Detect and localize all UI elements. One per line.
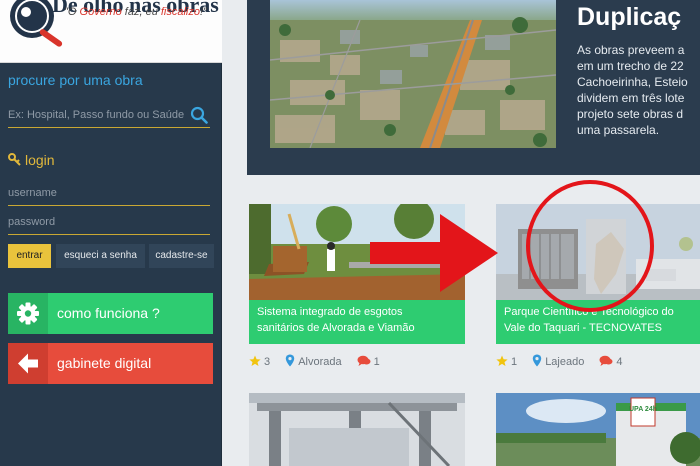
search-label: procure por uma obra xyxy=(8,72,143,88)
username-input[interactable] xyxy=(8,182,210,204)
comments-icon xyxy=(357,355,371,366)
password-input[interactable] xyxy=(8,211,210,233)
enter-button[interactable]: entrar xyxy=(8,244,51,268)
health-unit-sign: UPA 24h xyxy=(629,406,657,413)
project-meta: 3 Alvorada 1 xyxy=(249,354,392,374)
search-box xyxy=(8,102,210,128)
search-icon[interactable] xyxy=(190,106,208,124)
forgot-password-button[interactable]: esqueci a senha xyxy=(56,244,145,268)
site-logo[interactable]: De olho nas obras "O Governo faz, eu fis… xyxy=(0,0,222,63)
featured-aerial-photo[interactable] xyxy=(270,0,556,148)
gear-icon-box xyxy=(8,293,48,334)
username-field xyxy=(8,182,210,206)
rating: 1 xyxy=(496,355,517,368)
key-icon xyxy=(8,153,21,166)
password-field xyxy=(8,211,210,235)
arrow-left-icon-box xyxy=(8,343,48,384)
slogan-part: fiscalizo xyxy=(160,6,200,18)
featured-project[interactable]: Duplicaç As obras preveem a em um trecho… xyxy=(247,0,700,175)
description-line: uma passarela. xyxy=(577,123,660,137)
slogan-part: faz, eu xyxy=(121,6,161,18)
how-it-works-button[interactable]: como funciona ? xyxy=(8,293,213,334)
page: De olho nas obras "O Governo faz, eu fis… xyxy=(0,0,700,466)
gear-icon xyxy=(17,302,39,325)
caption-line: Sistema integrado de esgotos xyxy=(257,306,403,318)
arrow-left-icon xyxy=(18,353,38,374)
digital-cabinet-button[interactable]: gabinete digital xyxy=(8,343,213,384)
project-card-partial[interactable] xyxy=(249,393,465,466)
structure-photo xyxy=(249,393,465,466)
location: Alvorada xyxy=(285,354,342,368)
aerial-photo-illustration xyxy=(270,0,556,148)
comment-count: 4 xyxy=(616,355,623,368)
digital-cabinet-label: gabinete digital xyxy=(57,355,152,371)
how-it-works-label: como funciona ? xyxy=(57,305,160,321)
caption-line: sanitários de Alvorada e Viamão xyxy=(257,322,415,334)
city-name: Lajeado xyxy=(545,356,585,368)
city-name: Alvorada xyxy=(298,356,342,368)
slogan-part: !" xyxy=(200,6,207,18)
comment-count: 1 xyxy=(373,355,380,368)
location: Lajeado xyxy=(532,354,584,368)
slogan-part: Governo xyxy=(79,6,122,18)
project-caption[interactable]: Sistema integrado de esgotos sanitários … xyxy=(249,300,465,344)
map-pin-icon xyxy=(532,354,542,367)
comments-icon xyxy=(599,355,613,366)
rating-value: 1 xyxy=(511,355,518,368)
description-line: em um trecho de 22 xyxy=(577,59,684,73)
map-pin-icon xyxy=(285,354,295,367)
search-input[interactable] xyxy=(8,104,184,126)
red-arrow-annotation xyxy=(370,214,498,292)
rating-value: 3 xyxy=(264,355,271,368)
sidebar: De olho nas obras "O Governo faz, eu fis… xyxy=(0,0,222,466)
description-line: Cachoeirinha, Esteio xyxy=(577,75,688,89)
rating: 3 xyxy=(249,355,270,368)
description-line: As obras preveem a xyxy=(577,43,685,57)
caption-line: Vale do Taquari - TECNOVATES xyxy=(504,322,662,334)
register-button[interactable]: cadastre-se xyxy=(149,244,214,268)
logo-slogan: "O Governo faz, eu fiscalizo!" xyxy=(64,6,207,18)
description-line: dividem em três lote xyxy=(577,91,685,105)
slogan-part: "O xyxy=(64,6,80,18)
star-icon xyxy=(249,355,261,366)
login-label: login xyxy=(25,152,55,168)
featured-title[interactable]: Duplicaç xyxy=(577,3,681,32)
red-circle-annotation xyxy=(526,180,654,312)
comments: 1 xyxy=(357,355,380,368)
star-icon xyxy=(496,355,508,366)
project-card-partial[interactable]: UPA 24h xyxy=(496,393,700,466)
health-unit-photo: UPA 24h xyxy=(496,393,700,466)
comments: 4 xyxy=(599,355,623,368)
project-meta: 1 Lajeado 4 xyxy=(496,354,635,374)
description-line: projeto sete obras d xyxy=(577,107,684,121)
featured-description: As obras preveem a em um trecho de 22 Ca… xyxy=(577,42,700,138)
login-heading: login xyxy=(8,152,55,168)
